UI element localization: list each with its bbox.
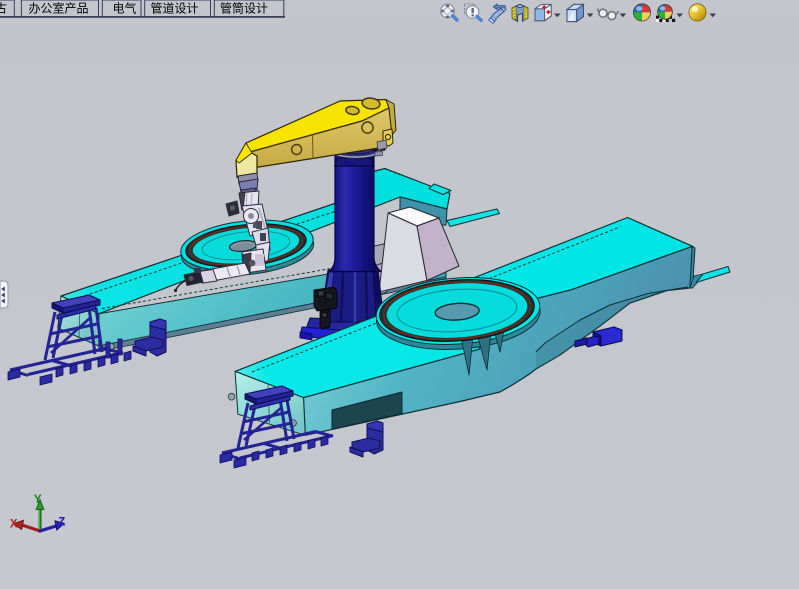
- svg-text:电气: 电气: [113, 1, 137, 16]
- svg-text:Z: Z: [58, 516, 66, 530]
- svg-text:办公室产品: 办公室产品: [29, 1, 89, 16]
- svg-text:古: 古: [0, 1, 7, 16]
- svg-text:管筒设计: 管筒设计: [220, 1, 268, 16]
- svg-text:Y: Y: [34, 493, 42, 507]
- svg-text:管道设计: 管道设计: [151, 1, 199, 16]
- svg-text:X: X: [10, 518, 18, 532]
